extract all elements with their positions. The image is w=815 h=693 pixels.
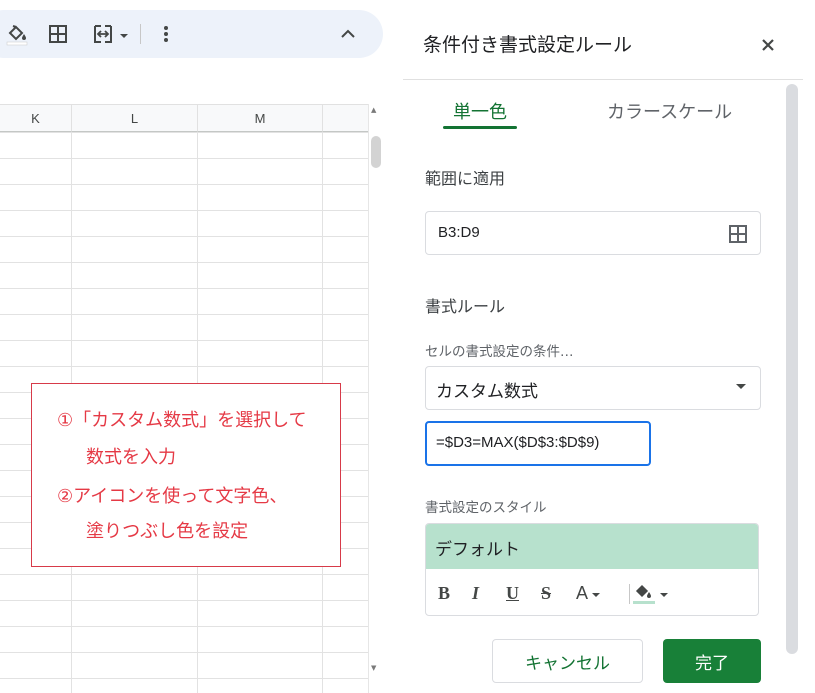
dropdown-arrow-icon (736, 384, 746, 389)
condition-label: セルの書式設定の条件… (425, 344, 574, 360)
fill-color-icon (6, 25, 28, 46)
done-button[interactable]: 完了 (663, 639, 761, 683)
fill-color-style-button[interactable] (632, 581, 668, 605)
grid-line (0, 210, 368, 211)
cancel-button[interactable]: キャンセル (492, 639, 643, 683)
sheet-grid[interactable]: K L M ▲ ▼ (0, 68, 383, 693)
chevron-down-icon (660, 593, 668, 597)
app-root: K L M ▲ ▼ ①「カスタム数式」を選択して 数式を入力 ②アイコンを使って… (0, 0, 815, 693)
instruction-line-4: 塗りつぶし色を設定 (86, 521, 249, 542)
underline-button[interactable]: U (506, 581, 519, 605)
column-header-partial[interactable] (323, 104, 368, 132)
format-divider (629, 584, 630, 604)
text-color-icon: A (576, 582, 589, 603)
instruction-line-3: ②アイコンを使って文字色、 (57, 486, 288, 507)
column-header-k[interactable]: K (0, 104, 72, 132)
grid-line (0, 314, 368, 315)
borders-button[interactable] (46, 22, 70, 46)
fill-color-button[interactable] (2, 22, 32, 46)
chevron-down-icon (592, 593, 601, 597)
column-header-l[interactable]: L (72, 104, 198, 132)
close-icon (762, 39, 774, 51)
grid-line (0, 366, 368, 367)
grid-line (0, 652, 368, 653)
tab-color-scale[interactable]: カラースケール (607, 98, 732, 124)
strikethrough-button[interactable]: S (541, 581, 551, 605)
select-range-icon[interactable] (728, 224, 748, 244)
grid-line (0, 574, 368, 575)
style-preview-text: デフォルト (435, 540, 520, 560)
merge-cells-button[interactable] (88, 22, 132, 46)
instruction-callout: ①「カスタム数式」を選択して 数式を入力 ②アイコンを使って文字色、 塗りつぶし… (31, 383, 341, 567)
style-editor: デフォルト B I U S A (425, 523, 759, 616)
active-tab-indicator (443, 126, 517, 129)
column-header-m[interactable]: M (198, 104, 323, 132)
sheets-toolbar (0, 10, 383, 58)
chevron-down-icon (120, 34, 128, 38)
fill-color-icon (633, 584, 655, 604)
range-label: 範囲に適用 (425, 169, 506, 188)
formula-value: =$D3=MAX($D$3:$D$9) (436, 434, 600, 451)
condition-select[interactable]: カスタム数式 (425, 366, 761, 410)
close-panel-button[interactable] (757, 34, 779, 56)
custom-formula-input[interactable]: =$D3=MAX($D$3:$D$9) (425, 421, 651, 466)
chevron-up-icon (341, 29, 355, 38)
collapse-toolbar-button[interactable] (336, 22, 360, 46)
tab-single-color[interactable]: 単一色 (453, 98, 507, 124)
grid-line (0, 184, 368, 185)
condition-value: カスタム数式 (436, 382, 538, 402)
grid-line (0, 132, 368, 133)
grid-line (0, 262, 368, 263)
panel-divider (403, 79, 803, 80)
grid-line (0, 678, 368, 679)
range-value: B3:D9 (438, 224, 480, 241)
instruction-line-1: ①「カスタム数式」を選択して (57, 410, 307, 431)
style-label: 書式設定のスタイル (425, 500, 547, 516)
merge-cells-icon (94, 25, 112, 43)
instruction-line-2: 数式を入力 (86, 447, 176, 468)
scroll-down-icon[interactable]: ▼ (371, 664, 376, 672)
range-input[interactable]: B3:D9 (425, 211, 761, 255)
panel-scrollbar[interactable] (786, 84, 798, 654)
vertical-scrollbar[interactable] (368, 104, 383, 693)
grid-line (0, 236, 368, 237)
toolbar-divider (140, 24, 141, 44)
scrollbar-thumb[interactable] (371, 136, 381, 168)
format-rules-label: 書式ルール (425, 297, 506, 316)
borders-icon (49, 25, 67, 43)
grid-line (0, 340, 368, 341)
grid-line (0, 600, 368, 601)
panel-title: 条件付き書式設定ルール (423, 34, 633, 56)
style-preview[interactable]: デフォルト (426, 524, 758, 569)
more-options-button[interactable] (154, 22, 178, 46)
grid-line (0, 626, 368, 627)
italic-button[interactable]: I (472, 581, 479, 605)
grid-line (0, 158, 368, 159)
conditional-format-panel: 条件付き書式設定ルール 単一色 カラースケール 範囲に適用 B3:D9 書式ルー… (403, 10, 803, 693)
scroll-up-icon[interactable]: ▲ (371, 106, 376, 114)
more-vert-icon (164, 26, 168, 42)
bold-button[interactable]: B (438, 581, 450, 605)
text-color-button[interactable]: A (576, 581, 601, 605)
grid-line (0, 288, 368, 289)
